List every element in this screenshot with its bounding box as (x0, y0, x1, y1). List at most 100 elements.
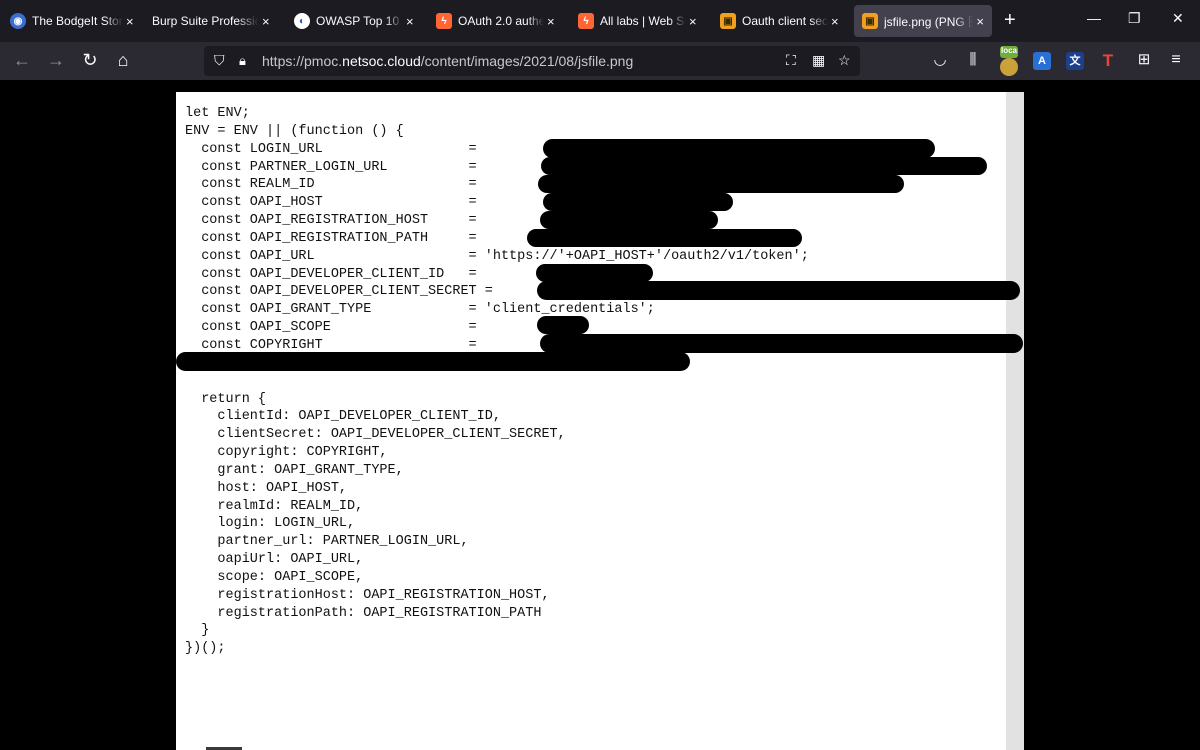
code-line: const OAPI_DEVELOPER_CLIENT_SECRET = (185, 284, 493, 300)
extensions-grid-icon[interactable]: ⊞ (1134, 50, 1154, 70)
code-line: copyright: COPYRIGHT, (185, 445, 388, 461)
code-line: const LOGIN_URL = (185, 141, 477, 157)
code-line: let ENV; (185, 106, 250, 121)
translate-page-icon[interactable]: ⛶ (786, 52, 796, 69)
forward-button[interactable]: → (46, 50, 66, 70)
lock-icon[interactable]: 🔒︎ (239, 53, 246, 69)
code-line: const OAPI_URL = 'https://'+OAPI_HOST+'/… (185, 248, 809, 264)
globe-icon: ◉ (10, 13, 26, 29)
code-line: host: OAPI_HOST, (185, 480, 348, 496)
code-line: const REALM_ID = (185, 177, 477, 193)
code-line: const PARTNER_LOGIN_URL = (185, 159, 477, 175)
tab-title: OAuth 2.0 authenti (458, 14, 544, 28)
tab-oauth-client-secret[interactable]: ▣ Oauth client secre × (720, 0, 844, 42)
png-image: let ENV; ENV = ENV || (function () { con… (176, 92, 1024, 750)
minimize-button[interactable]: — (1087, 10, 1101, 26)
code-line: clientId: OAPI_DEVELOPER_CLIENT_ID, (185, 409, 501, 425)
back-button[interactable]: ← (12, 50, 32, 70)
text-extension-icon[interactable]: T (1099, 52, 1117, 70)
tab-title: The BodgeIt Store (32, 14, 123, 28)
code-line: const OAPI_DEVELOPER_CLIENT_ID = (185, 266, 477, 282)
code-line: ENV = ENV || (function () { (185, 123, 404, 139)
tab-all-labs[interactable]: ϟ All labs | Web Sec × (578, 0, 702, 42)
code-line: registrationHost: OAPI_REGISTRATION_HOST… (185, 587, 550, 603)
code-line: scope: OAPI_SCOPE, (185, 569, 364, 585)
tab-title: OWASP Top 10 fo (316, 14, 403, 28)
close-tab-icon[interactable]: × (262, 14, 270, 29)
tab-title: jsfile.png (PNG 图 (884, 14, 974, 29)
redaction-bar (537, 281, 1020, 300)
redaction-bar (527, 229, 802, 247)
close-tab-icon[interactable]: × (689, 14, 697, 29)
code-line: const OAPI_REGISTRATION_HOST = (185, 213, 477, 229)
redaction-bar (540, 334, 1023, 353)
close-tab-icon[interactable]: × (831, 14, 839, 29)
burp-lightning-icon: ϟ (578, 13, 594, 29)
redaction-bar (538, 175, 904, 193)
tab-burp-suite[interactable]: Burp Suite Professiona × (152, 0, 274, 42)
code-bottom: return { clientId: OAPI_DEVELOPER_CLIENT… (185, 392, 566, 657)
url-text[interactable]: https://pmoc.netsoc.cloud/content/images… (262, 53, 633, 69)
redaction-bar (543, 193, 733, 211)
image-right-border (1006, 92, 1024, 750)
qr-code-icon[interactable]: ▦ (812, 52, 825, 69)
url-prefix: https://pmoc. (262, 53, 343, 69)
page-viewport: let ENV; ENV = ENV || (function () { con… (0, 80, 1200, 750)
close-tab-icon[interactable]: × (547, 14, 555, 29)
bookmark-star-icon[interactable]: ☆ (838, 52, 851, 69)
url-bar[interactable]: ⛉ 🔒︎ https://pmoc.netsoc.cloud/content/i… (204, 46, 860, 76)
restore-button[interactable]: ❐ (1128, 10, 1141, 27)
close-tab-icon[interactable]: × (126, 14, 134, 29)
code-line: const OAPI_GRANT_TYPE = 'client_credenti… (185, 302, 655, 318)
code-line: const COPYRIGHT = (185, 337, 477, 353)
tab-owasp[interactable]: ◐ OWASP Top 10 fo × (294, 0, 416, 42)
code-line: registrationPath: OAPI_REGISTRATION_PATH (185, 605, 542, 621)
cookie-extension-icon[interactable] (1000, 58, 1018, 76)
redaction-bar (543, 139, 935, 158)
tab-title: Oauth client secre (742, 14, 828, 28)
owasp-icon: ◐ (294, 13, 310, 29)
close-tab-icon[interactable]: × (976, 14, 984, 29)
image-icon: ▣ (720, 13, 736, 29)
code-line: oapiUrl: OAPI_URL, (185, 552, 364, 568)
reload-button[interactable]: ↻ (80, 50, 100, 70)
translate-extension-icon[interactable]: A (1033, 52, 1051, 70)
url-domain: netsoc.cloud (342, 53, 421, 69)
code-line: const OAPI_REGISTRATION_PATH = (185, 230, 477, 246)
tracking-protection-shield-icon[interactable]: ⛉ (214, 53, 228, 68)
code-line: return { (185, 391, 267, 407)
redaction-bar (536, 264, 653, 282)
redaction-bar (540, 211, 718, 229)
tab-jsfile-active[interactable]: ▣ jsfile.png (PNG 图 × (854, 5, 992, 37)
tab-bodgeit-store[interactable]: ◉ The BodgeIt Store × (10, 0, 145, 42)
pocket-icon[interactable]: ◡ (930, 50, 950, 70)
hamburger-menu-icon[interactable]: ≡ (1166, 50, 1186, 70)
close-tab-icon[interactable]: × (406, 14, 414, 29)
code-line: partner_url: PARTNER_LOGIN_URL, (185, 534, 469, 550)
code-line: grant: OAPI_GRANT_TYPE, (185, 462, 404, 478)
loca-badge: loca (1000, 46, 1018, 58)
home-button[interactable]: ⌂ (113, 50, 133, 70)
library-icon[interactable]: ⫼ (963, 50, 983, 70)
code-line: const OAPI_SCOPE = (185, 320, 477, 336)
code-line: login: LOGIN_URL, (185, 516, 356, 532)
code-line: } (185, 623, 210, 639)
code-line: clientSecret: OAPI_DEVELOPER_CLIENT_SECR… (185, 427, 566, 443)
dictionary-extension-icon[interactable]: 文 (1066, 52, 1084, 70)
code-line: const OAPI_HOST = (185, 195, 477, 211)
redaction-bar (541, 157, 987, 175)
tab-oauth-authentication[interactable]: ϟ OAuth 2.0 authenti × (436, 0, 560, 42)
redaction-bar (176, 352, 690, 371)
close-window-button[interactable]: ✕ (1172, 10, 1184, 27)
new-tab-button[interactable]: + (1004, 9, 1016, 32)
navigation-toolbar: ← → ↻ ⌂ ⛉ 🔒︎ https://pmoc.netsoc.cloud/c… (0, 42, 1200, 80)
image-icon: ▣ (862, 13, 878, 29)
burp-lightning-icon: ϟ (436, 13, 452, 29)
tab-strip: ◉ The BodgeIt Store × Burp Suite Profess… (0, 0, 1200, 42)
url-path: /content/images/2021/08/jsfile.png (420, 53, 634, 69)
redaction-bar (537, 316, 589, 334)
code-line: })(); (185, 641, 226, 657)
tab-title: All labs | Web Sec (600, 14, 686, 28)
code-line: realmId: REALM_ID, (185, 498, 364, 514)
tab-title: Burp Suite Professiona (152, 14, 259, 28)
